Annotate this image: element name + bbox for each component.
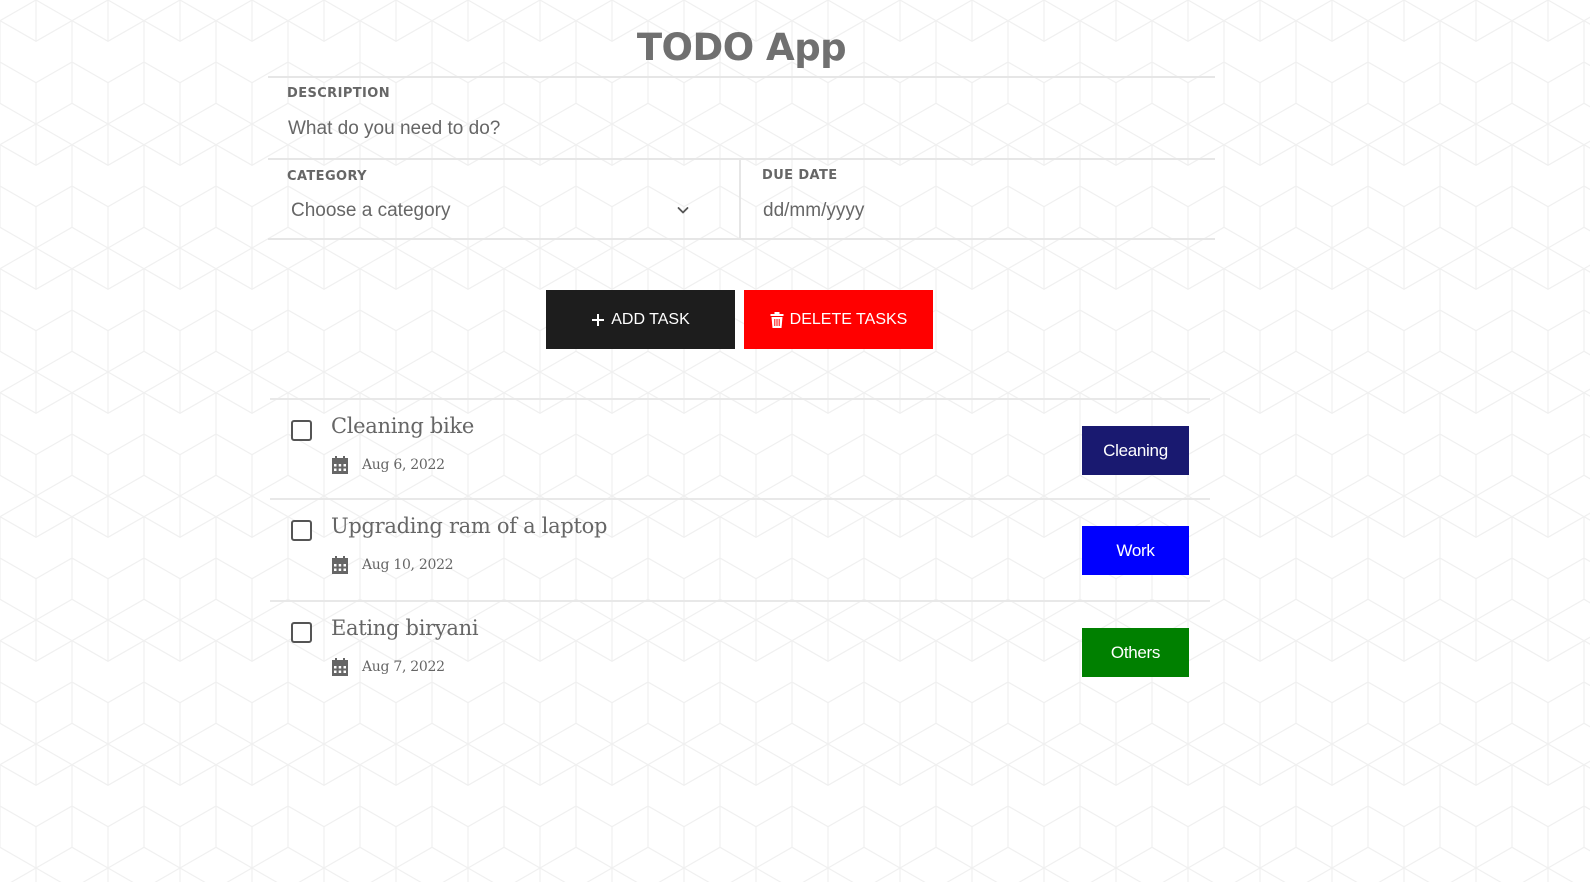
delete-tasks-button[interactable]: DELETE TASKS [744,290,933,349]
category-badge[interactable]: Work [1082,526,1189,575]
plus-icon [592,313,605,326]
task-title: Upgrading ram of a laptop [331,514,608,538]
task-title: Cleaning bike [331,414,475,438]
add-task-button[interactable]: ADD TASK [546,290,735,349]
category-badge[interactable]: Others [1082,628,1189,677]
delete-tasks-label: DELETE TASKS [789,310,908,328]
trash-icon [770,311,784,328]
due-date-label: DUE DATE [762,168,838,183]
due-date-input[interactable]: dd/mm/yyyy [763,195,1183,227]
add-task-label: ADD TASK [611,310,690,328]
chevron-down-icon [677,207,689,214]
task-title: Eating biryani [331,616,479,640]
description-label: DESCRIPTION [287,86,390,101]
form-column-divider [739,160,741,240]
description-input[interactable] [285,114,1191,144]
task-date: Aug 10, 2022 [362,557,454,573]
task-checkbox[interactable] [291,420,312,441]
calendar-icon [332,456,348,474]
task-item: Eating biryani Aug 7, 2022 Others [270,600,1210,702]
calendar-icon [332,556,348,574]
task-checkbox[interactable] [291,520,312,541]
task-date: Aug 6, 2022 [362,457,445,473]
task-list: Cleaning bike Aug 6, 2022 Cleaning Upgra… [270,398,1210,702]
task-form: DESCRIPTION CATEGORY Choose a category D… [268,76,1215,240]
calendar-icon [332,658,348,676]
form-divider [268,158,1215,160]
category-label: CATEGORY [287,169,367,184]
task-item: Cleaning bike Aug 6, 2022 Cleaning [270,398,1210,498]
task-item: Upgrading ram of a laptop Aug 10, 2022 W… [270,498,1210,600]
task-checkbox[interactable] [291,622,312,643]
category-select-value: Choose a category [291,200,451,221]
category-badge[interactable]: Cleaning [1082,426,1189,475]
task-date: Aug 7, 2022 [362,659,445,675]
app-title: TODO App [636,26,847,69]
category-select[interactable]: Choose a category [288,196,698,228]
